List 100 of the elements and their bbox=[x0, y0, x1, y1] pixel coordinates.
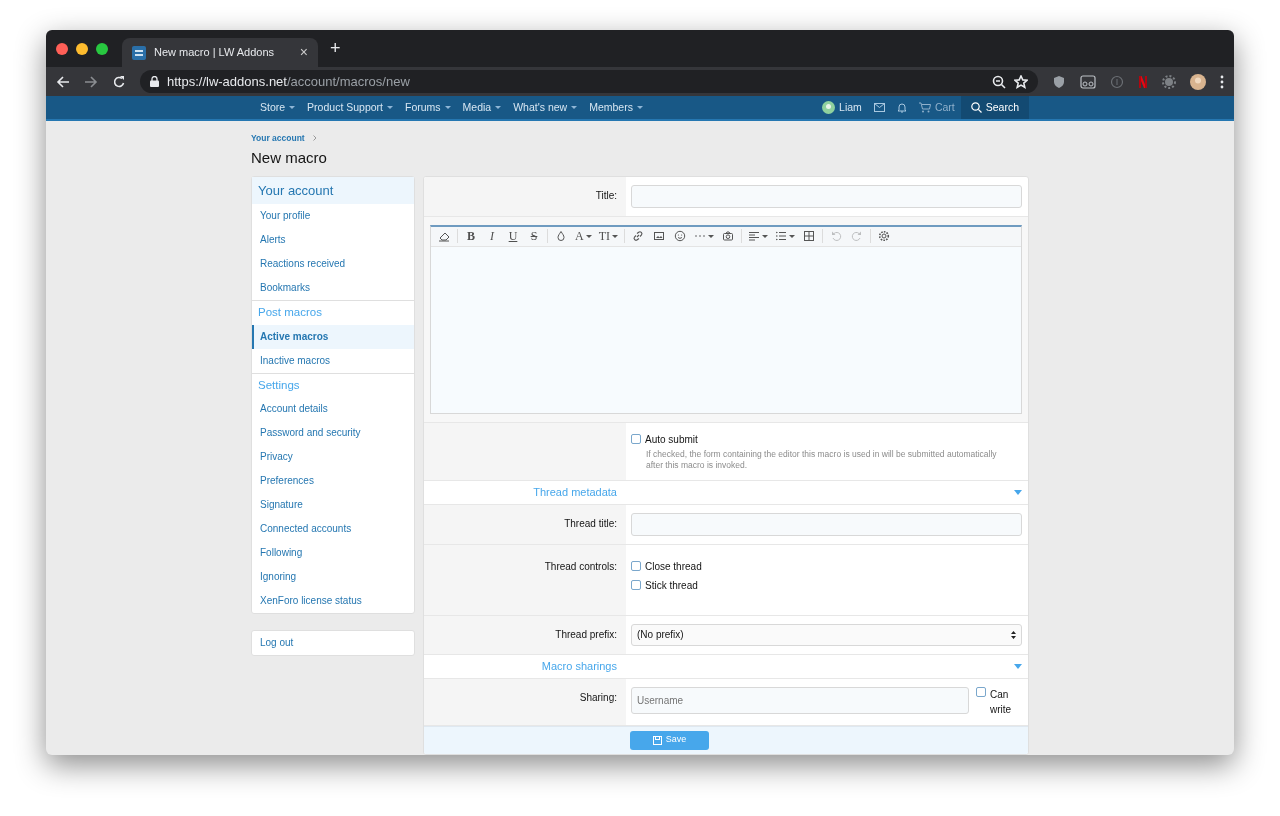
nav-link[interactable]: Media bbox=[456, 96, 508, 119]
sidebar-item[interactable]: Signature bbox=[252, 492, 414, 517]
maximize-button[interactable] bbox=[96, 42, 108, 55]
checkbox[interactable] bbox=[631, 580, 641, 591]
sidebar-item[interactable]: Your profile bbox=[252, 204, 414, 229]
sidebar-item[interactable]: Privacy bbox=[252, 444, 414, 469]
section-heading: Thread metadata bbox=[532, 484, 618, 500]
bell-icon bbox=[896, 102, 907, 113]
checkbox[interactable] bbox=[631, 434, 641, 445]
toolbar-button[interactable]: U bbox=[503, 227, 523, 246]
forward-arrow-icon[interactable] bbox=[84, 74, 98, 89]
chevron-icon bbox=[312, 135, 317, 142]
username-input[interactable]: Username bbox=[631, 686, 969, 714]
sidebar-item[interactable]: Preferences bbox=[252, 468, 414, 493]
sidebar-item[interactable]: Inactive macros bbox=[252, 348, 414, 373]
section-heading: Macro sharings bbox=[540, 658, 618, 674]
link-icon bbox=[632, 230, 644, 243]
text-input[interactable] bbox=[631, 512, 1022, 536]
save-icon bbox=[652, 735, 662, 745]
redo-icon bbox=[851, 230, 863, 243]
sidebar-item[interactable]: Connected accounts bbox=[252, 516, 414, 541]
caret-icon bbox=[495, 106, 502, 109]
logout-link[interactable]: Log out bbox=[252, 630, 414, 655]
collapse-toggle[interactable] bbox=[1014, 489, 1022, 495]
field-label: Thread title: bbox=[564, 517, 617, 529]
nav-link[interactable]: Members bbox=[583, 96, 649, 119]
field-label: Thread prefix: bbox=[555, 628, 617, 640]
toolbar-button[interactable]: S bbox=[524, 227, 544, 246]
star-icon[interactable] bbox=[1014, 74, 1028, 89]
search-link[interactable]: Search bbox=[960, 96, 1029, 119]
sidebar-item[interactable]: XenForo license status bbox=[252, 588, 414, 613]
reload-icon[interactable] bbox=[112, 74, 126, 89]
tab-title: New macro | LW Addons bbox=[154, 45, 275, 61]
sidebar-item[interactable]: Bookmarks bbox=[252, 276, 414, 301]
zoom-out-icon[interactable] bbox=[992, 74, 1006, 89]
more-menu-icon[interactable] bbox=[1220, 74, 1224, 89]
updown-icon bbox=[1011, 630, 1016, 639]
caret-icon bbox=[1014, 663, 1022, 669]
toolbar-button[interactable]: A bbox=[572, 227, 595, 246]
back-arrow-icon[interactable] bbox=[56, 74, 70, 89]
undo-icon bbox=[830, 230, 842, 243]
caret-icon bbox=[1014, 489, 1022, 495]
url-text: https://lw-addons.net/account/macros/new bbox=[167, 72, 410, 91]
avatar-icon[interactable] bbox=[1190, 73, 1206, 90]
bullet-list-icon bbox=[775, 230, 787, 243]
gear-icon[interactable] bbox=[1162, 74, 1176, 89]
browser-tab[interactable]: New macro | LW Addons × bbox=[122, 38, 318, 67]
smiley-icon bbox=[674, 230, 686, 243]
sidebar-item[interactable]: Account details bbox=[252, 396, 414, 421]
checkbox-label: Can write bbox=[990, 687, 1013, 717]
caret-icon bbox=[444, 106, 451, 109]
editor-field[interactable]: B I U S A TI bbox=[430, 224, 1022, 414]
checkbox-label: Stick thread bbox=[645, 578, 698, 593]
nav-link[interactable]: Store bbox=[254, 96, 302, 119]
new-tab-button[interactable]: + bbox=[330, 35, 341, 62]
checkbox-label: Auto submit bbox=[645, 432, 698, 447]
caret-icon bbox=[636, 106, 643, 109]
nav-link[interactable]: Forums bbox=[399, 96, 457, 119]
envelope-icon bbox=[873, 103, 885, 112]
table-icon bbox=[803, 230, 815, 243]
lock-icon bbox=[150, 76, 159, 87]
close-button[interactable] bbox=[56, 42, 68, 55]
caret-icon bbox=[289, 106, 296, 109]
shield-icon[interactable] bbox=[1052, 74, 1066, 89]
breadcrumb-link[interactable]: Your account bbox=[251, 132, 305, 145]
sidebar-title: Your account bbox=[252, 176, 414, 205]
tab-close-button[interactable]: × bbox=[299, 42, 308, 63]
sidebar-item[interactable]: Reactions received bbox=[252, 252, 414, 277]
toolbar-button[interactable]: I bbox=[482, 227, 502, 246]
letter-n-icon[interactable] bbox=[1138, 74, 1148, 89]
sidebar-item[interactable]: Alerts bbox=[252, 228, 414, 253]
cart-icon bbox=[918, 102, 931, 113]
title-input[interactable] bbox=[631, 184, 1022, 208]
collapse-toggle[interactable] bbox=[1014, 663, 1022, 669]
sidebar-heading: Settings bbox=[252, 372, 414, 397]
sidebar-item[interactable]: Password and security bbox=[252, 420, 414, 445]
sidebar-item[interactable]: Active macros bbox=[252, 324, 414, 349]
address-bar[interactable]: https://lw-addons.net/account/macros/new bbox=[140, 70, 1038, 93]
caret-icon bbox=[571, 106, 578, 109]
toolbar-button[interactable]: TI bbox=[595, 227, 621, 246]
nav-link[interactable]: Product Support bbox=[301, 96, 399, 119]
nav-link[interactable]: What's new bbox=[507, 96, 584, 119]
prefix-select[interactable]: (No prefix) bbox=[631, 623, 1022, 646]
user-menu-link[interactable]: Liam bbox=[816, 96, 868, 119]
image-icon bbox=[653, 230, 665, 243]
caret-icon bbox=[387, 106, 393, 109]
field-label: Title: bbox=[595, 189, 617, 201]
checkbox[interactable] bbox=[631, 561, 641, 572]
toolbar-button[interactable]: B bbox=[461, 227, 481, 246]
sidebar-item[interactable]: Ignoring bbox=[252, 564, 414, 589]
camera-icon bbox=[722, 230, 734, 243]
droplet-icon bbox=[555, 230, 567, 243]
eraser-icon bbox=[438, 230, 450, 243]
checkbox[interactable] bbox=[976, 686, 986, 697]
minimize-button[interactable] bbox=[76, 42, 88, 55]
cart-link[interactable]: Cart bbox=[912, 96, 961, 119]
sidebar-item[interactable]: Following bbox=[252, 540, 414, 565]
search-icon bbox=[970, 102, 982, 113]
field-label: Sharing: bbox=[579, 691, 617, 703]
glasses-icon[interactable] bbox=[1080, 74, 1096, 89]
